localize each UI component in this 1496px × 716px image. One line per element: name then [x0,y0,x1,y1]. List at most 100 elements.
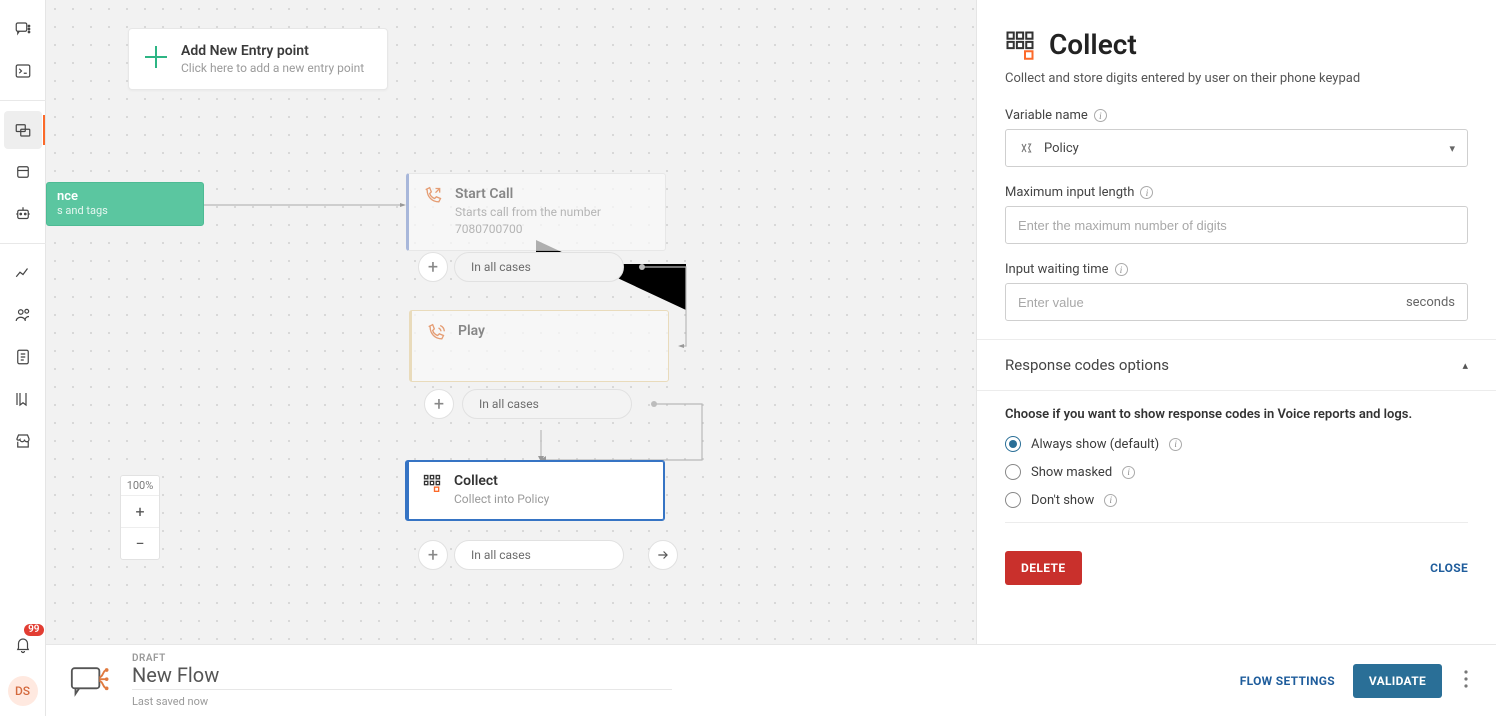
flow-logo-icon [70,663,114,699]
info-icon[interactable]: i [1094,109,1107,122]
phone-sound-icon [426,323,446,343]
flow-canvas[interactable]: Add New Entry point Click here to add a … [46,0,976,716]
panel-title: Collect [1049,28,1137,61]
delete-button[interactable]: DELETE [1005,551,1082,585]
waiting-time-label: Input waiting timei [1005,262,1468,277]
response-codes-help: Choose if you want to show response code… [1005,407,1468,422]
node-subtitle: Collect into Policy [454,491,549,508]
max-input-field[interactable] [1018,218,1455,233]
rail-item-bot[interactable] [4,195,42,233]
node-collect[interactable]: Collect Collect into Policy [405,460,665,521]
entry-node-title: nce [57,189,193,204]
info-icon[interactable]: i [1104,494,1117,507]
rail-item-analytics[interactable] [4,254,42,292]
keypad-icon [1005,30,1035,60]
branch-pill[interactable]: In all cases [454,540,624,570]
rail-item-doc[interactable] [4,338,42,376]
radio-dont-show[interactable]: Don't show i [1005,492,1468,508]
arrow-right-icon [656,548,670,562]
info-icon[interactable]: i [1115,263,1128,276]
branch-label: In all cases [471,260,531,274]
branch-label: In all cases [479,397,539,411]
document-icon [14,348,32,366]
radio-icon [1005,492,1021,508]
node-subtitle: Starts call from the number 7080700700 [455,204,651,238]
branch-pill[interactable]: In all cases [454,252,624,282]
rail-item-notifications[interactable]: 99 [4,626,42,664]
call-out-icon [423,186,443,206]
rail-item-store[interactable] [4,422,42,460]
message-icon [14,20,32,38]
rail-item-bookmark[interactable] [4,380,42,418]
radio-icon [1005,464,1021,480]
zoom-in-button[interactable]: + [121,496,159,527]
node-title: Play [458,323,485,339]
rail-item-package[interactable] [4,153,42,191]
zoom-level: 100% [121,476,159,496]
side-panel: Collect Collect and store digits entered… [976,0,1496,716]
info-icon[interactable]: i [1122,466,1135,479]
variable-icon [1018,140,1034,156]
rail-item-terminal[interactable] [4,52,42,90]
branch-continue-button[interactable] [648,540,678,570]
add-branch-button[interactable]: + [424,389,454,419]
node-play[interactable]: Play [409,310,669,382]
radio-label: Always show (default) [1031,437,1159,452]
waiting-time-field-wrap: seconds [1005,283,1468,321]
flow-settings-button[interactable]: FLOW SETTINGS [1240,674,1335,688]
user-avatar[interactable]: DS [8,676,38,706]
close-button[interactable]: CLOSE [1430,561,1468,575]
chevron-down-icon: ▾ [1449,142,1455,155]
zoom-control: 100% + − [120,475,160,560]
add-entry-point-card[interactable]: Add New Entry point Click here to add a … [128,28,388,90]
node-title: Collect [454,473,549,489]
max-input-field-wrap [1005,206,1468,244]
zoom-out-button[interactable]: − [121,527,159,559]
entry-subtitle: Click here to add a new entry point [181,61,364,75]
rail-item-flow[interactable] [4,111,42,149]
info-icon[interactable]: i [1140,186,1153,199]
footer-bar: DRAFT New Flow Last saved now FLOW SETTI… [46,644,1496,716]
flow-icon [14,121,32,139]
store-icon [14,432,32,450]
rail-item-messages[interactable] [4,10,42,48]
panel-description: Collect and store digits entered by user… [1005,71,1468,86]
radio-label: Show masked [1031,465,1112,480]
entry-title: Add New Entry point [181,43,364,59]
bookmark-icon [14,390,32,408]
people-icon [14,306,32,324]
variable-name-value: Policy [1044,141,1079,156]
flow-title[interactable]: New Flow [132,663,672,687]
package-icon [14,163,32,181]
node-title: Start Call [455,186,651,202]
node-start-call[interactable]: Start Call Starts call from the number 7… [406,173,666,251]
bell-icon [14,636,32,654]
response-codes-label: Response codes options [1005,356,1169,374]
plus-icon [145,46,167,68]
variable-name-label: Variable namei [1005,108,1468,123]
more-menu-button[interactable] [1460,670,1472,692]
branch-pill[interactable]: In all cases [462,389,632,419]
validate-button[interactable]: VALIDATE [1353,664,1442,698]
radio-label: Don't show [1031,493,1094,508]
waiting-time-suffix: seconds [1406,295,1455,310]
flow-saved-label: Last saved now [132,695,208,708]
left-nav-rail: 99 DS [0,0,46,716]
max-input-label: Maximum input lengthi [1005,185,1468,200]
rail-item-people[interactable] [4,296,42,334]
notification-badge: 99 [24,624,43,636]
radio-always-show[interactable]: Always show (default) i [1005,436,1468,452]
variable-name-select[interactable]: Policy ▾ [1005,129,1468,167]
radio-show-masked[interactable]: Show masked i [1005,464,1468,480]
dots-vertical-icon [1464,670,1468,688]
terminal-icon [14,62,32,80]
info-icon[interactable]: i [1169,438,1182,451]
collapse-caret-icon: ▴ [1462,359,1468,372]
entry-node-partial[interactable]: nce s and tags [46,182,204,226]
entry-node-sub: s and tags [57,204,193,217]
response-codes-toggle[interactable]: Response codes options ▴ [977,340,1496,391]
waiting-time-field[interactable] [1018,295,1406,310]
add-branch-button[interactable]: + [418,252,448,282]
radio-icon [1005,436,1021,452]
add-branch-button[interactable]: + [418,540,448,570]
